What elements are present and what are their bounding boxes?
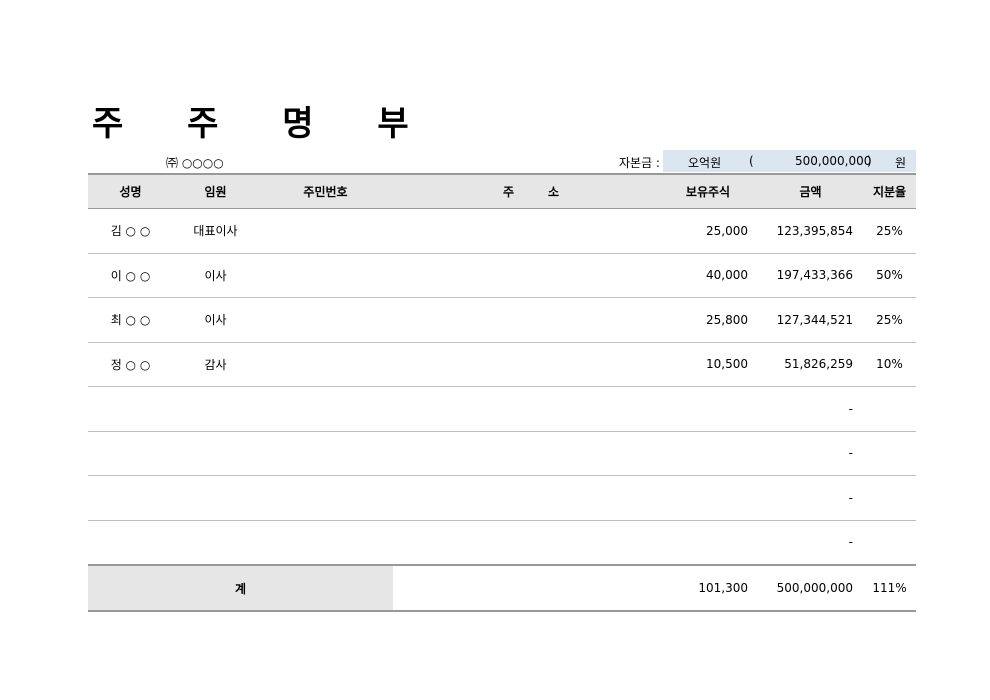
cell-amount: 197,433,366	[758, 253, 863, 298]
cell-name: 김 ○ ○	[88, 208, 173, 254]
header-name: 성명	[88, 173, 173, 209]
shareholder-table: 성명 임원 주민번호 주소 보유주식 금액 지분율 김 ○ ○ 대표이사 25,00…	[88, 173, 916, 612]
header-shares: 보유주식	[658, 173, 758, 209]
cell-address-2	[528, 253, 658, 298]
cell-address-2	[528, 342, 658, 387]
cell-name	[88, 431, 173, 476]
table-row: 정 ○ ○ 감사 10,500 51,826,259 10%	[88, 342, 916, 387]
capital-unit: 원	[895, 156, 907, 170]
cell-id	[258, 208, 393, 254]
cell-ratio: 50%	[863, 253, 916, 298]
capital-open-paren: (	[749, 154, 754, 168]
cell-name: 정 ○ ○	[88, 342, 173, 387]
header-ratio: 지분율	[863, 173, 916, 209]
table-row: 이 ○ ○ 이사 40,000 197,433,366 50%	[88, 253, 916, 298]
header-address-1: 주	[503, 185, 515, 199]
cell-address-1	[393, 475, 528, 521]
cell-address-1	[393, 342, 528, 387]
cell-id	[258, 253, 393, 298]
cell-amount: -	[758, 475, 863, 521]
table-row: 최 ○ ○ 이사 25,800 127,344,521 25%	[88, 297, 916, 343]
table-row: -	[88, 386, 916, 432]
cell-role: 이사	[173, 297, 258, 343]
cell-ratio	[863, 520, 916, 566]
cell-ratio: 25%	[863, 297, 916, 343]
header-id: 주민번호	[258, 173, 393, 209]
cell-role	[173, 475, 258, 521]
cell-address-1	[393, 253, 528, 298]
cell-id	[258, 431, 393, 476]
total-ratio: 111%	[863, 564, 916, 612]
cell-address-2	[528, 431, 658, 476]
total-row: 계 101,300 500,000,000 111%	[88, 564, 916, 612]
cell-id	[258, 342, 393, 387]
total-amount: 500,000,000	[758, 564, 863, 612]
cell-ratio: 25%	[863, 208, 916, 254]
header-role: 임원	[173, 173, 258, 209]
cell-shares	[658, 386, 758, 432]
table-row: -	[88, 431, 916, 476]
cell-address-1	[393, 520, 528, 566]
cell-id	[258, 297, 393, 343]
cell-amount: -	[758, 520, 863, 566]
cell-id	[258, 520, 393, 566]
cell-ratio	[863, 431, 916, 476]
capital-amount: 500,000,000	[795, 154, 872, 168]
cell-amount: 123,395,854	[758, 208, 863, 254]
cell-role	[173, 386, 258, 432]
header-address-2: 소	[548, 185, 560, 199]
cell-role: 대표이사	[173, 208, 258, 254]
cell-shares	[658, 431, 758, 476]
cell-name	[88, 520, 173, 566]
total-blank-1	[393, 564, 528, 612]
cell-ratio	[863, 386, 916, 432]
table-row: -	[88, 520, 916, 566]
cell-amount: -	[758, 431, 863, 476]
cell-shares	[658, 520, 758, 566]
total-shares: 101,300	[658, 564, 758, 612]
cell-name: 이 ○ ○	[88, 253, 173, 298]
cell-amount: -	[758, 386, 863, 432]
cell-address-1	[393, 297, 528, 343]
cell-shares: 40,000	[658, 253, 758, 298]
cell-amount: 127,344,521	[758, 297, 863, 343]
cell-address-1	[393, 431, 528, 476]
company-name: ㈜ ○○○○	[166, 156, 224, 170]
cell-name	[88, 475, 173, 521]
cell-address-2	[528, 297, 658, 343]
table-row: -	[88, 475, 916, 521]
cell-id	[258, 475, 393, 521]
cell-ratio: 10%	[863, 342, 916, 387]
cell-address-2	[528, 386, 658, 432]
cell-role: 이사	[173, 253, 258, 298]
capital-close-paren: )	[867, 154, 872, 168]
cell-id	[258, 386, 393, 432]
total-label: 계	[88, 564, 393, 612]
cell-address-2	[528, 475, 658, 521]
cell-shares: 10,500	[658, 342, 758, 387]
cell-role	[173, 520, 258, 566]
capital-box: 오억원 ( 500,000,000 ) 원	[663, 150, 916, 172]
cell-role	[173, 431, 258, 476]
table-row: 김 ○ ○ 대표이사 25,000 123,395,854 25%	[88, 208, 916, 254]
cell-address-1	[393, 386, 528, 432]
cell-address-2	[528, 208, 658, 254]
header-amount: 금액	[758, 173, 863, 209]
capital-label: 자본금 :	[619, 156, 660, 170]
cell-ratio	[863, 475, 916, 521]
cell-address-2	[528, 520, 658, 566]
cell-shares: 25,000	[658, 208, 758, 254]
cell-shares	[658, 475, 758, 521]
capital-korean: 오억원	[688, 156, 722, 170]
cell-address-1	[393, 208, 528, 254]
cell-name	[88, 386, 173, 432]
cell-amount: 51,826,259	[758, 342, 863, 387]
table-header-row: 성명 임원 주민번호 주소 보유주식 금액 지분율	[88, 173, 916, 209]
total-blank-2	[528, 564, 658, 612]
header-address: 주소	[393, 173, 658, 209]
cell-name: 최 ○ ○	[88, 297, 173, 343]
page-title: 주 주 명 부	[92, 104, 435, 144]
cell-shares: 25,800	[658, 297, 758, 343]
cell-role: 감사	[173, 342, 258, 387]
